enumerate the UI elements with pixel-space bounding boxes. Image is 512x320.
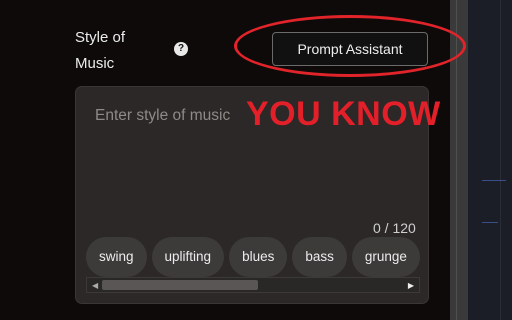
side-panel-line (500, 0, 501, 320)
chip-blues[interactable]: blues (229, 237, 288, 277)
annotation-circle (234, 15, 466, 77)
triangle-left-icon[interactable]: ◀ (92, 281, 98, 290)
overlay-annotation-text: YOU KNOW (246, 95, 441, 133)
side-panel (468, 0, 512, 320)
chip-swing[interactable]: swing (86, 237, 147, 277)
suggestion-chips: swing uplifting blues bass grunge (86, 235, 420, 279)
question-circle-icon[interactable]: ? (174, 42, 188, 56)
scrollbar-thumb[interactable] (102, 280, 258, 290)
style-input-placeholder: Enter style of music (95, 107, 231, 124)
triangle-right-icon[interactable]: ▶ (408, 281, 414, 290)
character-counter: 0 / 120 (373, 220, 416, 236)
side-panel-mark (482, 180, 506, 181)
chip-grunge[interactable]: grunge (351, 237, 420, 277)
side-panel-mark (482, 222, 498, 223)
chip-uplifting[interactable]: uplifting (151, 237, 225, 277)
chips-horizontal-scrollbar[interactable]: ◀ ▶ (86, 277, 420, 293)
style-of-music-label: Style of Music (75, 29, 126, 72)
chip-bass[interactable]: bass (292, 237, 347, 277)
